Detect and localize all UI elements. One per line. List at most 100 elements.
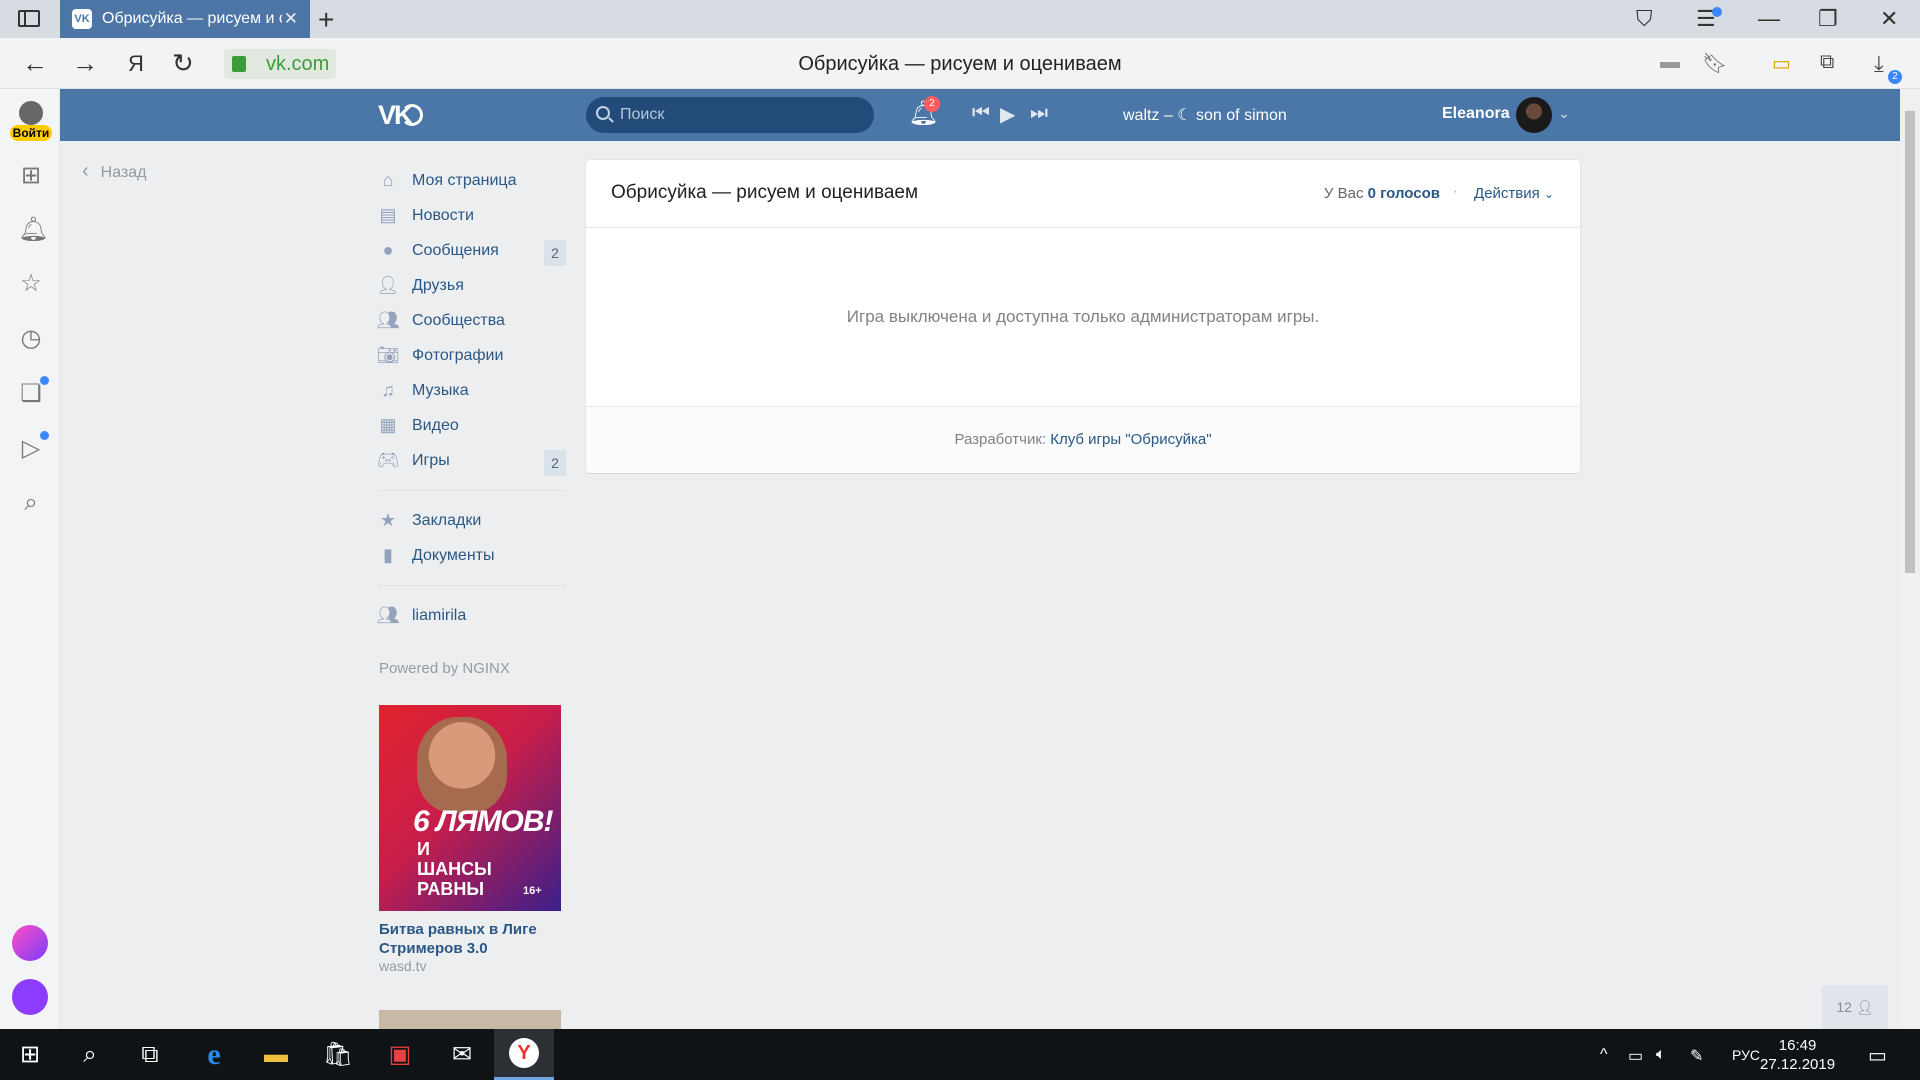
history-icon[interactable]: ◷ — [18, 324, 44, 353]
new-tab-button[interactable]: + — [318, 4, 334, 36]
file-explorer-icon[interactable]: ▬ — [246, 1029, 306, 1080]
ad-banner-image[interactable]: 6 ЛЯМОВ! И ШАНСЫ РАВНЫ 16+ — [379, 705, 561, 911]
sidebar-toggle-icon[interactable] — [18, 10, 40, 27]
second-ad-image[interactable] — [379, 1010, 561, 1029]
edge-icon[interactable]: e — [184, 1029, 244, 1080]
login-button[interactable]: Войти — [10, 101, 52, 143]
previous-track-icon[interactable]: ⏮︎ — [972, 102, 990, 125]
person-icon: 👤︎ — [1855, 999, 1874, 1015]
nav-item-video[interactable]: ▦ Видео — [378, 408, 566, 443]
bookmark-star-icon: ★ — [379, 510, 397, 530]
ad-age-badge: 16+ — [523, 885, 542, 897]
next-track-icon[interactable]: ⏭︎ — [1030, 102, 1048, 125]
downloads-icon[interactable]: ⤓ — [1874, 51, 1884, 77]
tab-close-icon[interactable]: ✕ — [284, 9, 298, 29]
system-clock[interactable]: 16:49 27.12.2019 — [1760, 1036, 1835, 1074]
yandex-alice-icon[interactable] — [12, 979, 48, 1015]
votes-prefix: У Вас — [1323, 185, 1364, 202]
developer-link[interactable]: Клуб игры "Обрисуйка" — [1050, 431, 1211, 448]
current-track[interactable]: waltz – ☾ son of simon — [1123, 105, 1287, 125]
game-disabled-message: Игра выключена и доступна только админис… — [846, 307, 1320, 326]
chevron-left-icon: ‹ — [82, 160, 89, 182]
nav-label: Друзья — [412, 276, 464, 294]
chevron-down-icon[interactable]: ⌄ — [1558, 105, 1570, 122]
reader-mode-icon[interactable]: ▬ — [1660, 51, 1680, 74]
separator-dot: · — [1452, 183, 1458, 200]
nav-item-games[interactable]: 🎮︎ Игры 2 — [377, 443, 566, 478]
apps-icon[interactable]: ⊞ — [18, 161, 44, 190]
play-icon[interactable]: ▶ — [1000, 102, 1015, 127]
nav-item-documents[interactable]: ▮ Документы — [378, 538, 566, 573]
menu-notification-dot — [1712, 7, 1722, 17]
user-name[interactable]: Eleanora — [1442, 105, 1510, 123]
search-box[interactable] — [586, 97, 874, 133]
battery-icon[interactable]: ▭ — [1628, 1046, 1643, 1066]
search-input[interactable] — [620, 105, 860, 125]
back-link[interactable]: ‹ Назад — [82, 160, 147, 183]
video-icon: ▦ — [379, 415, 397, 435]
start-button[interactable]: ⊞ — [0, 1029, 60, 1080]
online-friends-button[interactable]: 12 👤︎ — [1822, 985, 1888, 1029]
alice-app-icon[interactable] — [12, 925, 48, 961]
messages-count: 2 — [544, 240, 566, 266]
bell-icon[interactable]: 🔔︎ — [18, 215, 48, 244]
avatar[interactable] — [1516, 97, 1552, 133]
votes-balance[interactable]: У Вас 0 голосов — [1324, 185, 1440, 202]
music-icon: ♫ — [381, 380, 395, 400]
search-page-icon[interactable]: ⌕ — [18, 489, 44, 517]
downloads-badge: 2 — [1888, 70, 1902, 84]
bookmarks-panel-icon[interactable]: ⛉ — [1636, 6, 1653, 32]
nav-item-messages[interactable]: ● Сообщения 2 — [378, 233, 566, 268]
actions-dropdown[interactable]: Действия ⌄ — [1474, 185, 1554, 202]
close-window-button[interactable]: ✕ — [1880, 6, 1898, 32]
nav-item-friends[interactable]: 👤︎ Друзья — [376, 268, 566, 303]
vk-logo[interactable]: VK — [378, 100, 422, 131]
tab-title: Обрисуйка — рисуем и оценивае — [102, 10, 282, 27]
document-icon: ▮ — [383, 545, 393, 565]
nav-item-music[interactable]: ♫ Музыка — [378, 373, 566, 408]
friends-icon: 👤︎ — [376, 275, 400, 295]
nav-item-bookmarks[interactable]: ★ Закладки — [378, 503, 566, 538]
login-label: Войти — [10, 125, 52, 141]
nav-label: Сообщения — [412, 241, 499, 259]
restore-button[interactable]: ❐ — [1818, 6, 1838, 32]
clock-time: 16:49 — [1778, 1037, 1817, 1054]
chevron-down-icon: ⌄ — [1543, 187, 1554, 201]
search-icon[interactable]: ⌕ — [60, 1029, 120, 1080]
menu-divider — [378, 490, 566, 491]
gift-app-icon[interactable]: ▣ — [370, 1029, 430, 1080]
app-title: Обрисуйка — рисуем и оцениваем — [611, 182, 919, 203]
star-icon[interactable]: ☆ — [18, 269, 44, 298]
active-tab[interactable]: VK Обрисуйка — рисуем и оценивае ✕ — [60, 0, 310, 38]
tray-chevron-up-icon[interactable]: ^ — [1600, 1046, 1608, 1064]
address-bar: ← → Я ↻ vk.com Обрисуйка — рисуем и оцен… — [0, 38, 1920, 89]
mail-icon[interactable]: ✉ — [432, 1029, 492, 1080]
volume-icon[interactable]: 🔈︎ — [1656, 1046, 1666, 1064]
task-view-icon[interactable]: ⧉ — [120, 1029, 180, 1080]
online-count: 12 — [1836, 999, 1852, 1015]
scrollbar-thumb[interactable] — [1905, 111, 1915, 573]
nav-item-my-page[interactable]: ⌂ Моя страница — [378, 163, 566, 198]
nav-item-news[interactable]: ▤ Новости — [378, 198, 566, 233]
pen-icon[interactable]: ✎ — [1690, 1046, 1703, 1066]
video-dot — [40, 431, 49, 440]
bookmark-icon[interactable]: 🔖︎ — [1702, 51, 1727, 76]
developer-line: Разработчик: Клуб игры "Обрисуйка" — [586, 431, 1580, 448]
ad-image-headline: 6 ЛЯМОВ! — [413, 805, 553, 838]
notification-center-icon[interactable]: ▭ — [1868, 1043, 1887, 1068]
user-avatar-icon — [19, 101, 43, 125]
protect-icon[interactable]: ⧉ — [1820, 51, 1834, 74]
language-indicator[interactable]: РУС — [1732, 1047, 1760, 1063]
home-icon: ⌂ — [382, 170, 394, 190]
nav-item-group-liamirila[interactable]: 👥︎ liamirila — [377, 598, 566, 633]
nav-label: Игры — [412, 451, 450, 469]
page-scrollbar[interactable] — [1900, 89, 1920, 1029]
nav-item-groups[interactable]: 👥︎ Сообщества — [377, 303, 566, 338]
yandex-browser-icon[interactable]: Y — [494, 1029, 554, 1080]
nav-item-photos[interactable]: 📷︎ Фотографии — [377, 338, 566, 373]
battery-saver-icon[interactable]: ▭ — [1772, 51, 1791, 76]
app-card-header: Обрисуйка — рисуем и оцениваем У Вас 0 г… — [586, 160, 1580, 228]
ad-title-link[interactable]: Битва равных в Лиге Стримеров 3.0 — [379, 920, 561, 958]
store-icon[interactable]: 🛍︎ — [308, 1029, 368, 1080]
minimize-button[interactable]: — — [1758, 6, 1780, 32]
